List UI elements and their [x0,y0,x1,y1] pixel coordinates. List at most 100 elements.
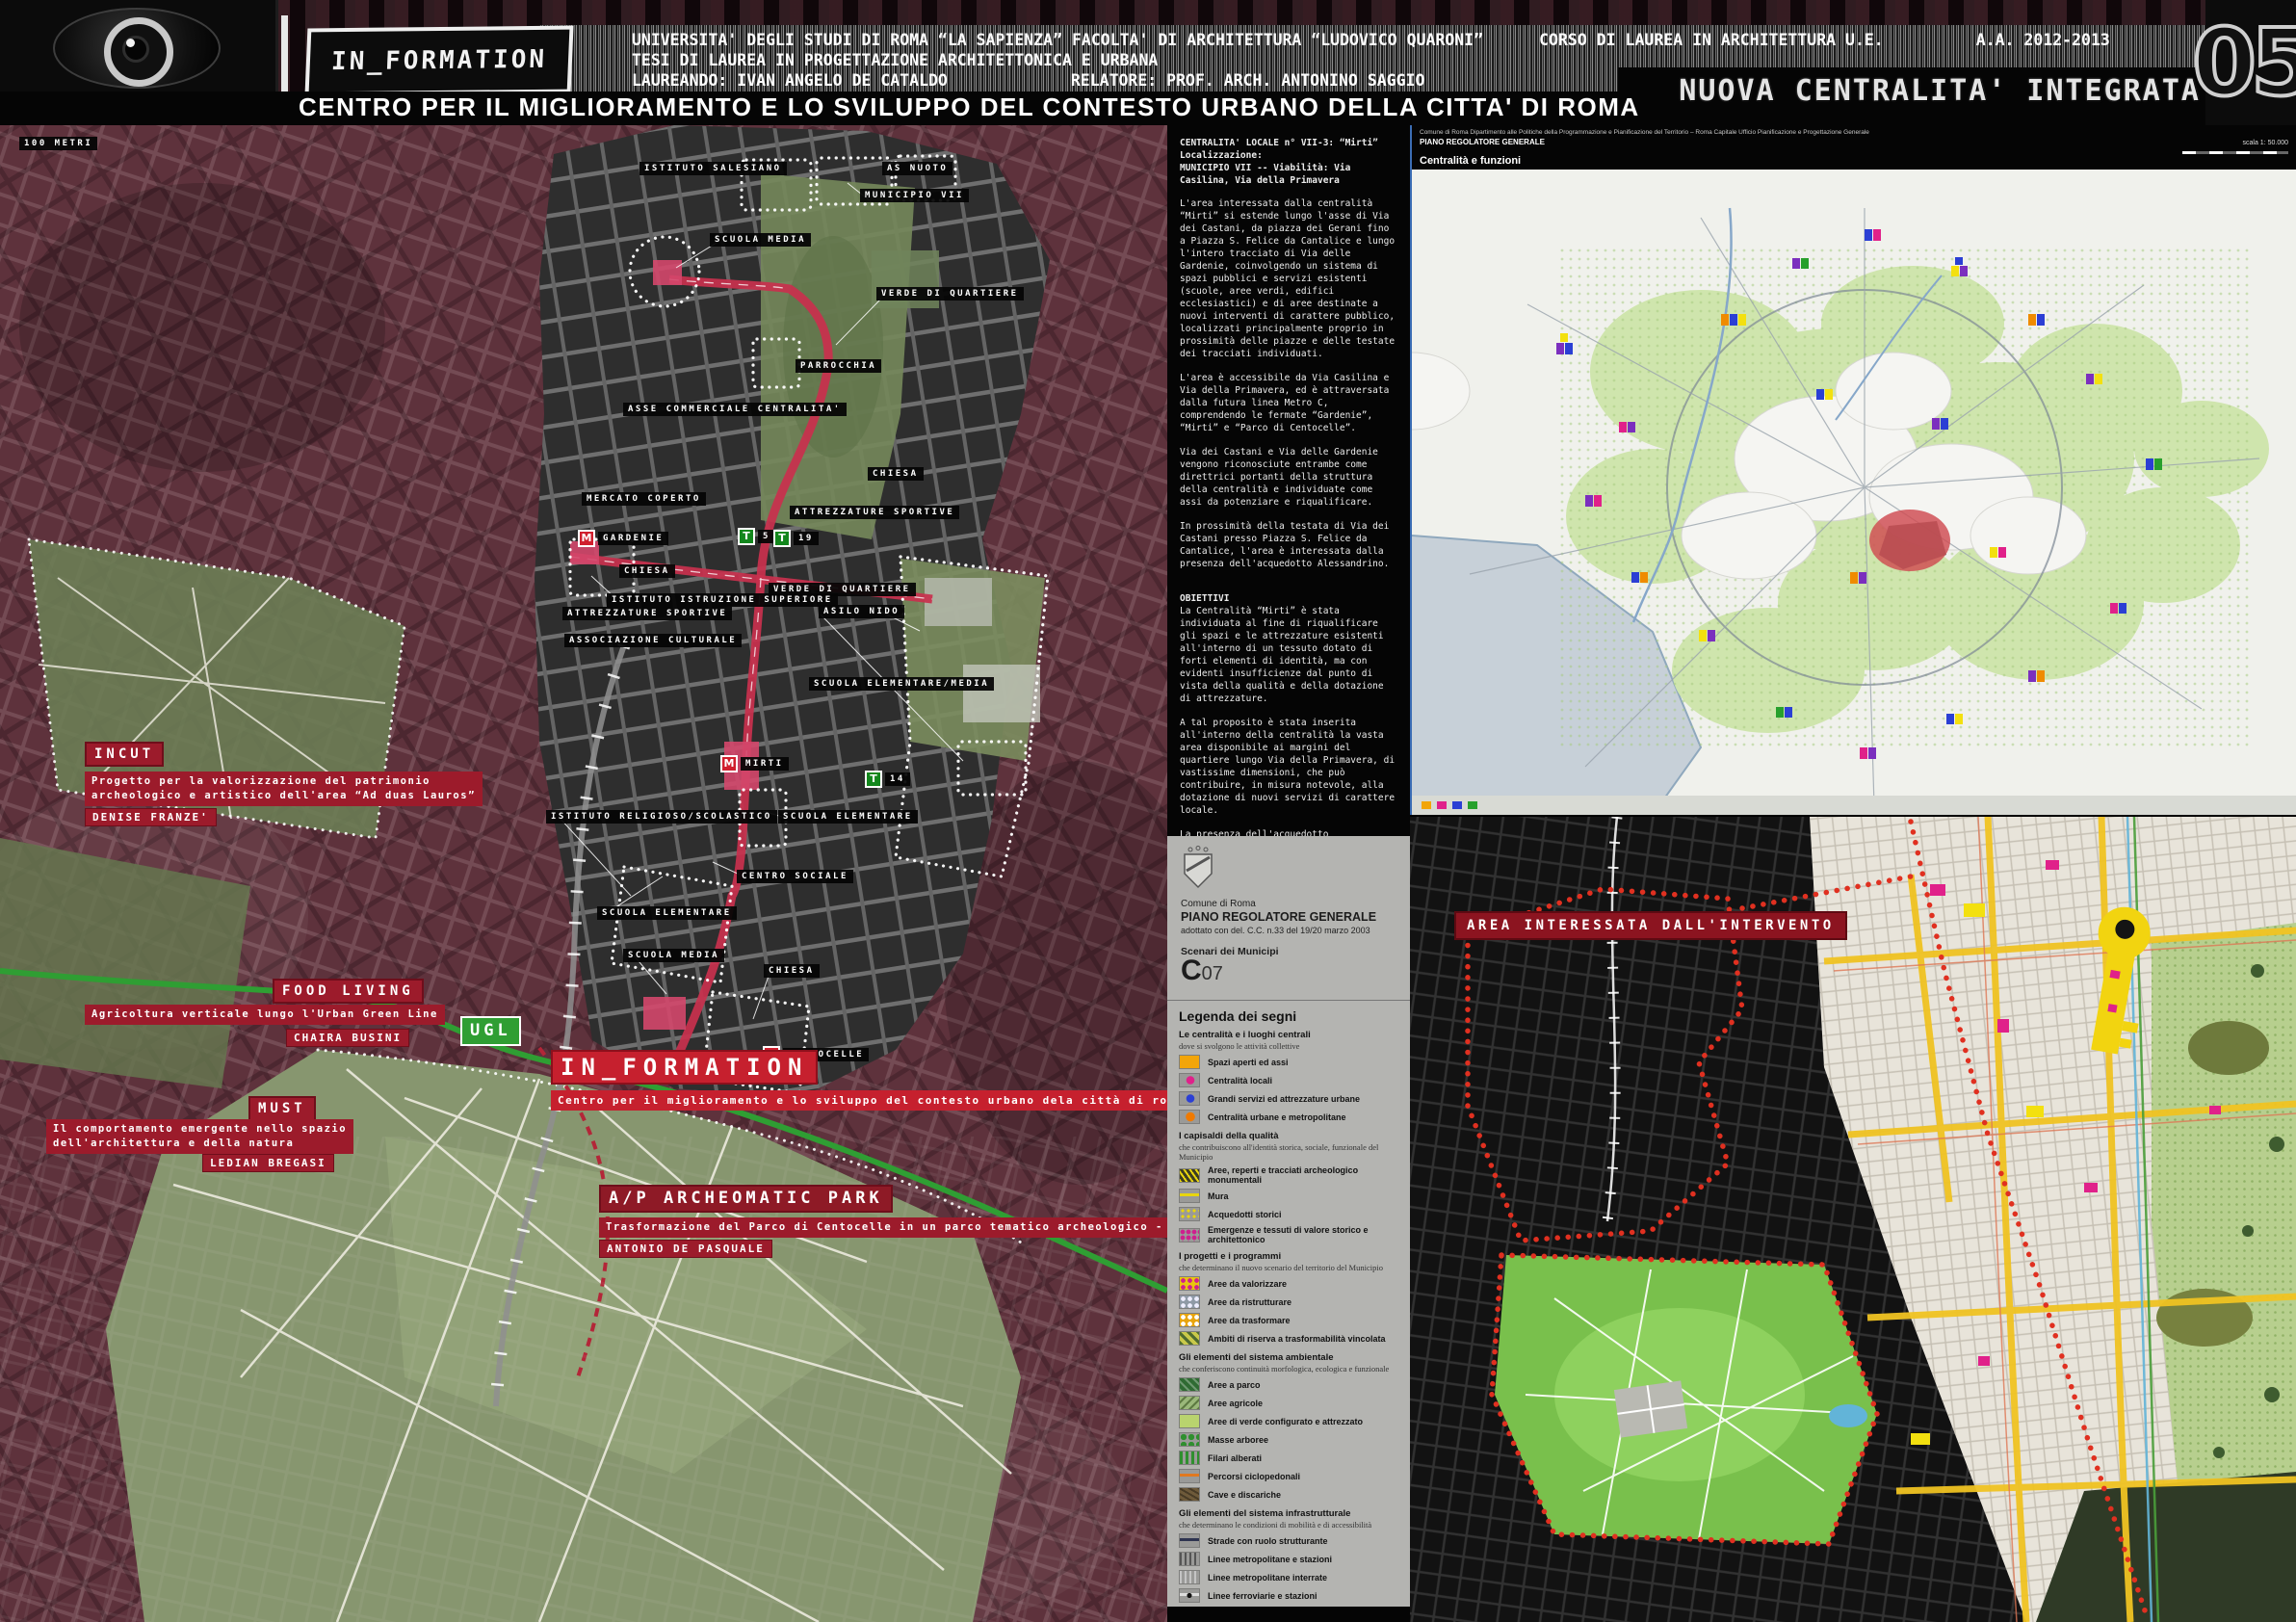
scenari-label: Scenari dei Municipi [1181,946,1396,958]
sw-archeo-swatch [1179,1168,1200,1183]
map-label: VERDE DI QUARTIERE [876,287,1024,301]
legend-item: Grandi servizi ed attrezzature urbane [1179,1091,1398,1106]
sw-metro-int-swatch [1179,1570,1200,1584]
sw-verde-swatch [1179,1414,1200,1428]
map-label: PARROCCHIA [796,359,881,373]
map-label: ISTITUTO SALESIANO [639,162,787,175]
project-archeomatic: A/P ARCHEOMATIC PARK Trasformazione del … [599,1185,1167,1258]
map-label: SCUOLA ELEMENTARE [778,810,918,824]
sw-filari-swatch [1179,1451,1200,1465]
sw-orange-swatch [1179,1055,1200,1069]
map-label: CENTRO SOCIALE [737,870,853,883]
logo-text: IN_FORMATION [330,47,547,74]
tram-icon: T [738,528,755,545]
map-label: CHIESA [868,467,924,481]
legend-section: Gli elementi del sistema infrastruttural… [1179,1508,1398,1607]
legend-item: Aree da trasformare [1179,1313,1398,1327]
legend-section: I capisaldi della qualitàche contribuisc… [1179,1131,1398,1244]
centralita-heading: CENTRALITA' LOCALE n° VII-3: “Mirti” [1180,137,1399,149]
legend-section: Le centralità e i luoghi centralidove si… [1179,1030,1398,1124]
legend-title: Legenda dei segni [1179,1008,1398,1024]
prg-adoption: adottato con del. C.C. n.33 del 19/20 ma… [1181,925,1396,936]
sw-ciclo-swatch [1179,1469,1200,1483]
legend-section: Gli elementi del sistema ambientaleche c… [1179,1352,1398,1502]
legend-item: Filari alberati [1179,1451,1398,1465]
tram-stop-label: T19 [773,530,819,547]
project-food-title: FOOD LIVING [273,979,424,1004]
map-label: ATTREZZATURE SPORTIVE [562,607,732,620]
header-bar: IN_FORMATION UNIVERSITA' DEGLI STUDI DI … [0,0,2296,125]
legend-item: Linee metropolitane interrate [1179,1570,1398,1584]
sw-acquedotti-swatch [1179,1207,1200,1221]
maptr-header: Comune di Roma Dipartimento alle Politic… [1412,125,2296,170]
sw-ambiti-swatch [1179,1331,1200,1346]
area-intervento-label: AREA INTERESSATA DALL'INTERVENTO [1454,911,1847,940]
metro-station-label: MMIRTI [720,755,789,772]
legend-item: Linee metropolitane e stazioni [1179,1552,1398,1566]
thesis-board: IN_FORMATION UNIVERSITA' DEGLI STUDI DI … [0,0,2296,1622]
project-food-desc: Agricoltura verticale lungo l'Urban Gree… [85,1005,445,1025]
legend-section: I progetti e i programmiche determinano … [1179,1251,1398,1346]
tram-stop-label: T14 [865,771,910,788]
project-incut: INCUT Progetto per la valorizzazione del… [85,742,483,826]
legend: Legenda dei segni Le centralità e i luog… [1167,1001,1410,1607]
comune-label: Comune di Roma [1181,898,1396,910]
legend-item: Acquedotti storici [1179,1207,1398,1221]
project-desc: Progetto per la valorizzazione del patri… [85,772,483,806]
legend-item: Centralità locali [1179,1073,1398,1087]
legend-item: Mura [1179,1189,1398,1203]
legend-item: Strade con ruolo strutturante [1179,1533,1398,1548]
sw-centr-urbane-swatch [1179,1110,1200,1124]
legend-item: Aree agricole [1179,1396,1398,1410]
legend-item: Spazi aperti ed assi [1179,1055,1398,1069]
municipio-code: C07 [1181,958,1396,986]
sw-parco-swatch [1179,1377,1200,1392]
legend-item: Cave e discariche [1179,1487,1398,1502]
metro-station-label: MGARDENIE [578,530,668,547]
project-author: DENISE FRANZE' [85,808,217,826]
legend-item: Linee ferroviarie e stazioni [1179,1588,1398,1603]
map-label: ISTITUTO RELIGIOSO/SCOLASTICO [546,810,777,824]
header-line1: UNIVERSITA' DEGLI STUDI DI ROMA “LA SAPI… [632,30,2192,50]
sw-agricole-swatch [1179,1396,1200,1410]
sw-strade-swatch [1179,1533,1200,1548]
map-label: CHIESA [619,564,675,578]
map-label: ATTREZZATURE SPORTIVE [790,506,959,519]
legend-item: Percorsi ciclopedonali [1179,1469,1398,1483]
sw-emergenze-swatch [1179,1228,1200,1243]
legend-item: Aree a parco [1179,1377,1398,1392]
metro-icon: M [720,755,738,772]
map-label: ASSE COMMERCIALE CENTRALITA' [623,403,847,416]
legend-item: Ambiti di riserva a trasformabilità vinc… [1179,1331,1398,1346]
series-title: NUOVA CENTRALITA' INTEGRATA [1637,77,2201,106]
centralita-funzioni-map: Comune di Roma Dipartimento alle Politic… [1410,125,2296,815]
legend-item: Aree da ristrutturare [1179,1295,1398,1309]
maptr-subtitle: Centralità e funzioni [1420,155,1521,167]
legend-item: Emergenze e tessuti di valore storico e … [1179,1225,1398,1244]
ugl-badge: UGL [460,1016,521,1046]
project-information: IN_FORMATION Centro per il miglioramento… [551,1050,1167,1111]
sw-trasformare-swatch [1179,1313,1200,1327]
maptr-scale: scala 1: 50.000 [2182,139,2288,154]
legend-item: Centralità urbane e metropolitane [1179,1110,1398,1124]
tram-icon: T [773,530,791,547]
sw-cave-swatch [1179,1487,1200,1502]
project-must-author: LEDIAN BREGASI [202,1152,334,1172]
map-label: AS NUOTO [882,162,952,175]
centralita-text: CENTRALITA' LOCALE n° VII-3: “Mirti” Loc… [1167,125,1410,836]
eye-glint-icon [126,39,135,47]
map-label: ASSOCIAZIONE CULTURALE [564,634,742,647]
metro-icon: M [578,530,595,547]
map-label: ASILO NIDO [819,605,904,618]
scale-bar [2182,151,2288,154]
maptr-prg-line: PIANO REGOLATORE GENERALE [1420,138,1545,146]
eye-logo [0,0,278,92]
legend-sections: Le centralità e i luoghi centralidove si… [1179,1030,1398,1607]
sw-metro-staz-swatch [1179,1552,1200,1566]
sw-valorizzare-swatch [1179,1276,1200,1291]
sw-ferr-staz-swatch [1179,1588,1200,1603]
rome-overview-graphic [1412,170,2296,815]
description-column: CENTRALITA' LOCALE n° VII-3: “Mirti” Loc… [1167,125,1410,1622]
board-title: CENTRO PER IL MIGLIORAMENTO E LO SVILUPP… [299,94,1640,119]
masterplan-map: 100 METRIISTITUTO SALESIANOAS NUOTOMUNIC… [0,125,1167,1622]
